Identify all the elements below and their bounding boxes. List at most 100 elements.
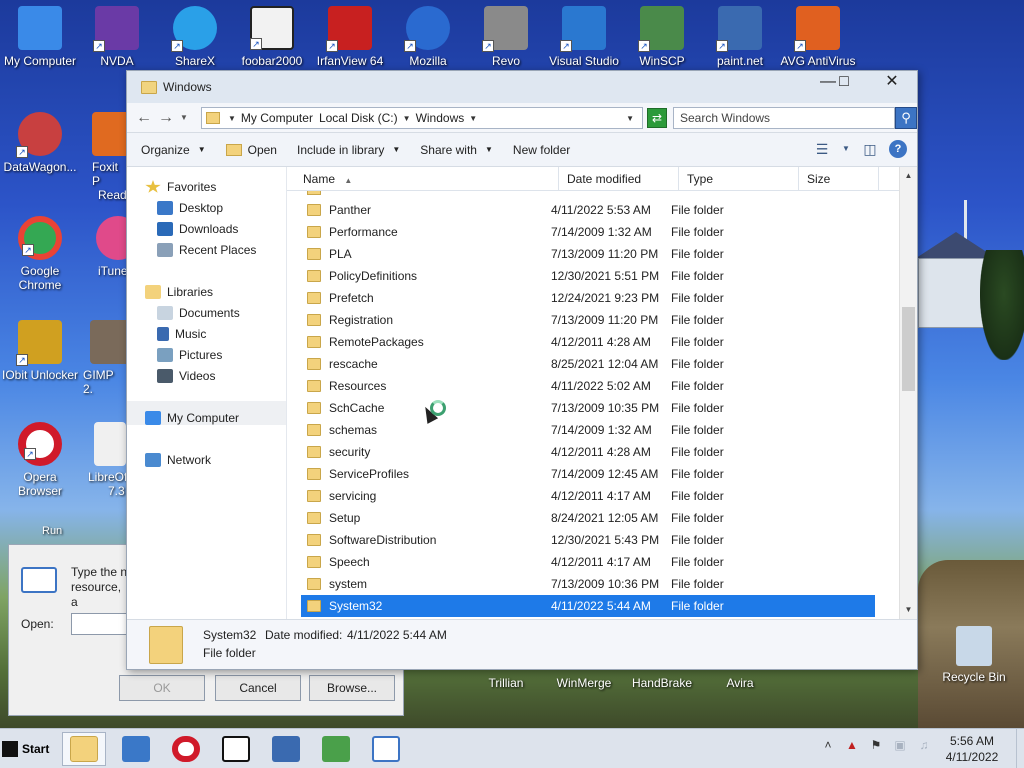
scroll-down-button[interactable]: ▼ [900, 601, 917, 618]
breadcrumb-windows[interactable]: Windows [416, 111, 465, 125]
nav-item-recent-places[interactable]: Recent Places [157, 240, 256, 260]
open-button[interactable]: Open [216, 143, 287, 157]
nav-item-desktop[interactable]: Desktop [157, 198, 223, 218]
address-chevron[interactable]: ▼ [403, 114, 411, 123]
nav-item-favorites[interactable]: Favorites [145, 177, 216, 197]
desktop-icon-itunes[interactable]: iTune [90, 216, 140, 278]
scrollbar-thumb[interactable] [902, 307, 915, 391]
new-folder-button[interactable]: New folder [503, 143, 580, 157]
taskbar-app-installer[interactable] [314, 732, 358, 766]
run-open-input[interactable] [71, 613, 131, 635]
column-header-type[interactable]: Type [679, 167, 799, 191]
table-row[interactable]: Performance 7/14/2009 1:32 AM File folder [301, 221, 875, 243]
search-icon[interactable]: ⚲ [895, 107, 917, 129]
taskbar-explorer[interactable] [62, 732, 106, 766]
table-row[interactable]: SoftwareDistribution 12/30/2021 5:43 PM Fi… [301, 529, 875, 551]
column-header-name[interactable]: Name ▲ [287, 167, 559, 191]
table-row[interactable]: servicing 4/12/2011 4:17 AM File folder [301, 485, 875, 507]
table-row[interactable]: Registration 7/13/2009 11:20 PM File folde… [301, 309, 875, 331]
back-button[interactable]: ← [133, 107, 155, 129]
run-ok-button[interactable]: OK [119, 675, 205, 701]
column-header-size[interactable]: Size [799, 167, 879, 191]
taskbar-app-tools[interactable] [264, 732, 308, 766]
desktop-icon-winscp[interactable]: ↗ WinSCP [622, 6, 702, 68]
desktop-icon-opera[interactable]: ↗ Opera Browser [0, 422, 80, 498]
nav-item-documents[interactable]: Documents [157, 303, 240, 323]
taskbar-run[interactable] [364, 732, 408, 766]
nav-item-videos[interactable]: Videos [157, 366, 215, 386]
table-row[interactable]: SchCache 7/13/2009 10:35 PM File folder [301, 397, 875, 419]
table-row[interactable]: security 4/12/2011 4:28 AM File folder [301, 441, 875, 463]
table-row[interactable]: Setup 8/24/2021 12:05 AM File folder [301, 507, 875, 529]
breadcrumb-my-computer[interactable]: My Computer [241, 111, 313, 125]
search-input[interactable]: Search Windows [673, 107, 895, 129]
table-row[interactable]: PLA 7/13/2009 11:20 PM File folder [301, 243, 875, 265]
table-row[interactable]: Prefetch 12/24/2021 9:23 PM File folder [301, 287, 875, 309]
desktop-icon-paintnet[interactable]: ↗ paint.net [700, 6, 780, 68]
run-browse-button[interactable]: Browse... [309, 675, 395, 701]
organize-button[interactable]: Organize ▼ [127, 143, 216, 157]
table-row[interactable]: Panther 4/11/2022 5:53 AM File folder [301, 199, 875, 221]
address-dropdown-icon[interactable]: ▼ [626, 114, 634, 123]
address-chevron[interactable]: ▼ [469, 114, 477, 123]
start-button[interactable]: Start [2, 735, 52, 763]
table-row[interactable]: ServiceProfiles 7/14/2009 12:45 AM File fo… [301, 463, 875, 485]
acrobat-icon[interactable]: ▲ [844, 737, 860, 753]
run-cancel-button[interactable]: Cancel [215, 675, 301, 701]
include-in-library-button[interactable]: Include in library ▼ [287, 143, 410, 157]
preview-pane-icon[interactable]: ◫ [861, 140, 879, 158]
table-row[interactable]: Speech 4/12/2011 4:17 AM File folder [301, 551, 875, 573]
nav-item-pictures[interactable]: Pictures [157, 345, 222, 365]
show-desktop-button[interactable] [1016, 729, 1024, 768]
table-row[interactable]: schemas 7/14/2009 1:32 AM File folder [301, 419, 875, 441]
flag-icon[interactable]: ⚑ [868, 737, 884, 753]
nav-item-network[interactable]: Network [145, 450, 211, 470]
desktop-icon-winmerge[interactable]: WinMerge [544, 676, 624, 690]
desktop-icon-foxit[interactable]: Foxit P Reade [80, 112, 136, 202]
taskbar-7zip[interactable] [214, 732, 258, 766]
taskbar-app-window[interactable] [114, 732, 158, 766]
forward-button[interactable]: → [155, 107, 177, 129]
nav-item-downloads[interactable]: Downloads [157, 219, 238, 239]
table-row[interactable]: rescache 8/25/2021 12:04 AM File folder [301, 353, 875, 375]
desktop-icon-datawagon[interactable]: ↗ DataWagon... [0, 112, 80, 174]
column-header-date-modified[interactable]: Date modified [559, 167, 679, 191]
desktop-icon-trillian[interactable]: Trillian [466, 676, 546, 690]
title-bar[interactable]: Windows — □ ✕ [127, 71, 917, 103]
table-row[interactable]: system 7/13/2009 10:36 PM File folder [301, 573, 875, 595]
desktop-icon-recycle-bin[interactable]: Recycle Bin [934, 626, 1014, 684]
table-row[interactable]: System32 4/11/2022 5:44 AM File folder [301, 595, 875, 617]
scroll-up-button[interactable]: ▲ [900, 167, 917, 184]
clock[interactable]: 5:56 AM 4/11/2022 [930, 733, 1014, 765]
refresh-button[interactable]: ⇄ [647, 108, 667, 128]
desktop-icon-foobar2000[interactable]: ↗ foobar2000 [232, 6, 312, 68]
close-button[interactable]: ✕ [875, 73, 909, 93]
help-icon[interactable]: ? [889, 140, 907, 158]
desktop-icon-sharex[interactable]: ↗ ShareX [155, 6, 235, 68]
desktop-icon-avg[interactable]: ↗ AVG AntiVirus [778, 6, 858, 68]
desktop-icon-irfanview[interactable]: ↗ IrfanView 64 [310, 6, 390, 68]
desktop-icon-thunderbird[interactable]: ↗ Mozilla [388, 6, 468, 68]
desktop-icon-iobit[interactable]: ↗ IObit Unlocker [0, 320, 80, 382]
desktop-icon-vscode[interactable]: ↗ Visual Studio [544, 6, 624, 68]
address-chevron[interactable]: ▼ [228, 114, 236, 123]
view-options-icon[interactable]: ☰ [813, 140, 831, 158]
chevron-down-icon[interactable]: ▼ [841, 140, 851, 158]
nav-item-my-computer[interactable]: My Computer [145, 408, 239, 428]
vertical-scrollbar[interactable]: ▲ ▼ [899, 167, 917, 619]
desktop-icon-libreoffice[interactable]: LibreOf 7.3 [80, 422, 127, 498]
desktop-icon-chrome[interactable]: ↗ Google Chrome [0, 216, 80, 292]
desktop-icon-gimp[interactable]: GIMP 2. [80, 320, 134, 396]
nav-item-music[interactable]: Music [157, 324, 206, 344]
nav-item-libraries[interactable]: Libraries [145, 282, 213, 302]
network-icon[interactable]: ▣ [892, 737, 908, 753]
desktop-icon-my-computer[interactable]: My Computer [0, 6, 80, 68]
breadcrumb-local-disk[interactable]: Local Disk (C:) [319, 111, 398, 125]
desktop-icon-avira[interactable]: Avira [700, 676, 780, 690]
maximize-button[interactable]: □ [827, 73, 861, 93]
show-hidden-icons-icon[interactable]: ˄ [820, 737, 836, 753]
address-box[interactable]: ▼ My Computer Local Disk (C:) ▼ Windows … [201, 107, 643, 129]
table-row[interactable]: PolicyDefinitions 12/30/2021 5:51 PM File … [301, 265, 875, 287]
table-row[interactable]: Resources 4/11/2022 5:02 AM File folder [301, 375, 875, 397]
desktop-icon-run[interactable]: Run [16, 524, 76, 538]
